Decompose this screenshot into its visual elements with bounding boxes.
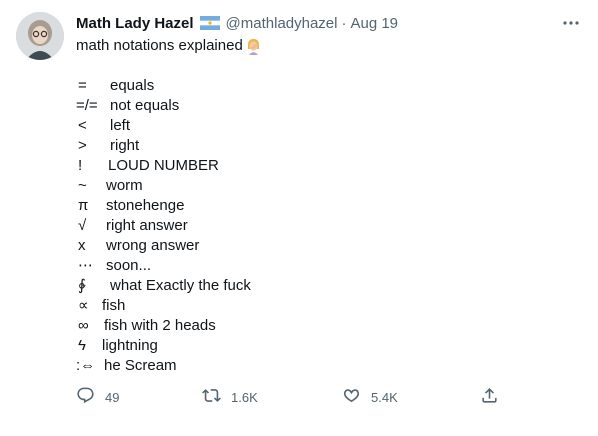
woman-facepalming-emoji [245,38,262,55]
notation-meaning: what Exactly the fuck [110,277,251,294]
notation-symbol: ∲ [78,277,86,294]
notation-symbol: √ [78,217,87,234]
notation-symbol: :⇔ [76,357,96,374]
notation-symbol: π [78,197,89,214]
notation-meaning: soon... [106,257,152,274]
notation-meaning: stonehenge [106,197,185,214]
notation-row: =/= not equals [76,96,576,116]
more-icon[interactable] [560,14,582,32]
notation-symbol: > [78,137,87,154]
notation-symbol: ϟ [78,337,86,354]
tweet-header: Math Lady Hazel @mathladyhazel · Aug 19 [76,12,398,34]
notation-meaning: not equals [110,97,180,114]
notation-meaning: wrong answer [106,237,200,254]
notation-symbol: = [78,77,87,94]
notation-row: ~ worm [76,176,576,196]
notation-meaning: worm [106,177,143,194]
tweet-text: math notations explained = equals =/= no… [76,36,576,376]
notation-symbol: ~ [78,177,87,194]
tweet-actions: 49 1.6K 5.4K [76,386,516,408]
author-name[interactable]: Math Lady Hazel [76,15,194,32]
notation-row: :⇔ he Scream [76,356,576,376]
notation-row: > right [76,136,576,156]
notation-meaning: lightning [102,337,158,354]
notation-symbol: ! [78,157,83,174]
retweet-icon [202,386,221,408]
notation-symbol: ∝ [78,297,89,314]
notation-row: < left [76,116,576,136]
retweet-count: 1.6K [231,389,258,405]
notation-row: ∝ fish [76,296,576,316]
notation-symbol: ⋯ [78,257,93,274]
notation-row: ! LOUD NUMBER [76,156,576,176]
reply-icon [76,386,95,408]
notation-row: ϟ lightning [76,336,576,356]
notation-row: √ right answer [76,216,576,236]
share-icon [480,386,499,408]
avatar[interactable] [16,12,64,60]
notation-row: = equals [76,76,576,96]
notation-row: ⋯ soon... [76,256,576,276]
reply-count: 49 [105,389,120,405]
like-button[interactable]: 5.4K [342,386,398,408]
notation-meaning: fish with 2 heads [104,317,216,334]
tweet-date[interactable]: Aug 19 [350,15,398,32]
tweet[interactable]: Math Lady Hazel @mathladyhazel · Aug 19 … [0,0,598,418]
notation-meaning: right [110,137,140,154]
notation-symbol: < [78,117,87,134]
notation-meaning: LOUD NUMBER [108,157,219,174]
notation-row: ∲ what Exactly the fuck [76,276,576,296]
notation-meaning: left [110,117,131,134]
reply-button[interactable]: 49 [76,386,119,408]
notation-list: = equals =/= not equals < left > right !… [76,76,576,376]
notation-symbol: =/= [76,97,98,114]
notation-meaning: fish [102,297,126,314]
heart-icon [342,386,361,408]
notation-symbol: x [78,237,86,254]
separator-dot: · [341,14,347,32]
retweet-button[interactable]: 1.6K [202,386,258,408]
notation-row: ∞ fish with 2 heads [76,316,576,336]
notation-symbol: ∞ [78,317,89,334]
notation-meaning: he Scream [104,357,177,374]
author-handle[interactable]: @mathladyhazel [226,15,338,32]
argentina-flag-icon [199,16,220,30]
notation-row: x wrong answer [76,236,576,256]
notation-row: π stonehenge [76,196,576,216]
notation-meaning: equals [110,77,155,94]
tweet-intro-text: math notations explained [76,37,243,54]
notation-meaning: right answer [106,217,188,234]
share-button[interactable] [480,386,499,408]
like-count: 5.4K [371,389,398,405]
